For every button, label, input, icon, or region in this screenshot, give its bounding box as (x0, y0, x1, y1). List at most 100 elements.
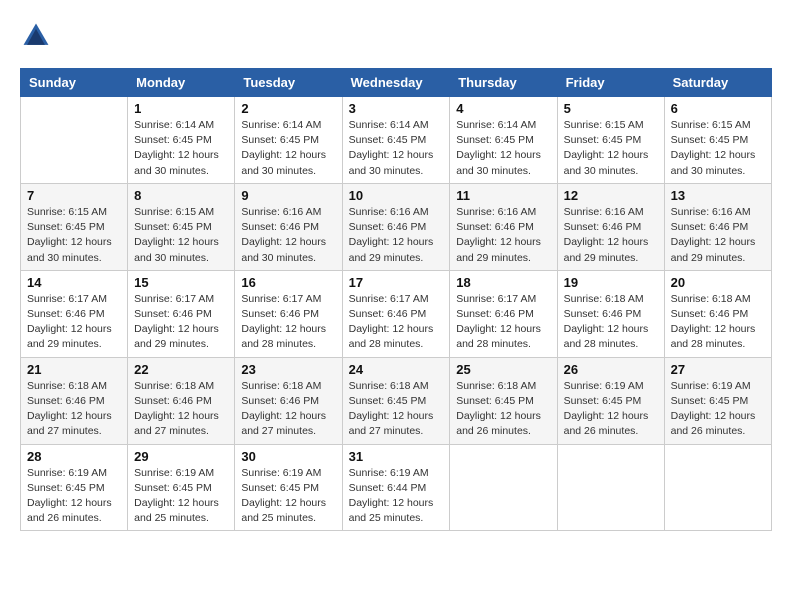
col-friday: Friday (557, 69, 664, 97)
day-info: Sunrise: 6:16 AM Sunset: 6:46 PM Dayligh… (564, 205, 658, 266)
day-number: 1 (134, 101, 228, 116)
calendar-week-row: 21 Sunrise: 6:18 AM Sunset: 6:46 PM Dayli… (21, 357, 772, 444)
day-info: Sunrise: 6:15 AM Sunset: 6:45 PM Dayligh… (671, 118, 765, 179)
day-info: Sunrise: 6:17 AM Sunset: 6:46 PM Dayligh… (241, 292, 335, 353)
day-number: 26 (564, 362, 658, 377)
day-info: Sunrise: 6:19 AM Sunset: 6:45 PM Dayligh… (27, 466, 121, 527)
logo (20, 20, 56, 52)
day-number: 29 (134, 449, 228, 464)
day-number: 3 (349, 101, 444, 116)
logo-icon (20, 20, 52, 52)
day-info: Sunrise: 6:15 AM Sunset: 6:45 PM Dayligh… (564, 118, 658, 179)
table-row: 8 Sunrise: 6:15 AM Sunset: 6:45 PM Daylig… (128, 183, 235, 270)
day-info: Sunrise: 6:18 AM Sunset: 6:46 PM Dayligh… (241, 379, 335, 440)
day-number: 15 (134, 275, 228, 290)
day-number: 28 (27, 449, 121, 464)
table-row: 7 Sunrise: 6:15 AM Sunset: 6:45 PM Daylig… (21, 183, 128, 270)
col-saturday: Saturday (664, 69, 771, 97)
col-tuesday: Tuesday (235, 69, 342, 97)
col-monday: Monday (128, 69, 235, 97)
day-number: 6 (671, 101, 765, 116)
table-row: 10 Sunrise: 6:16 AM Sunset: 6:46 PM Dayli… (342, 183, 450, 270)
day-number: 7 (27, 188, 121, 203)
table-row: 30 Sunrise: 6:19 AM Sunset: 6:45 PM Dayli… (235, 444, 342, 531)
table-row: 11 Sunrise: 6:16 AM Sunset: 6:46 PM Dayli… (450, 183, 557, 270)
day-number: 9 (241, 188, 335, 203)
day-number: 14 (27, 275, 121, 290)
day-info: Sunrise: 6:19 AM Sunset: 6:44 PM Dayligh… (349, 466, 444, 527)
day-number: 21 (27, 362, 121, 377)
table-row: 27 Sunrise: 6:19 AM Sunset: 6:45 PM Dayli… (664, 357, 771, 444)
table-row (664, 444, 771, 531)
day-info: Sunrise: 6:19 AM Sunset: 6:45 PM Dayligh… (241, 466, 335, 527)
day-number: 8 (134, 188, 228, 203)
calendar-week-row: 1 Sunrise: 6:14 AM Sunset: 6:45 PM Daylig… (21, 97, 772, 184)
table-row: 3 Sunrise: 6:14 AM Sunset: 6:45 PM Daylig… (342, 97, 450, 184)
day-number: 24 (349, 362, 444, 377)
table-row: 18 Sunrise: 6:17 AM Sunset: 6:46 PM Dayli… (450, 270, 557, 357)
day-number: 12 (564, 188, 658, 203)
day-info: Sunrise: 6:19 AM Sunset: 6:45 PM Dayligh… (671, 379, 765, 440)
day-info: Sunrise: 6:17 AM Sunset: 6:46 PM Dayligh… (456, 292, 550, 353)
table-row: 1 Sunrise: 6:14 AM Sunset: 6:45 PM Daylig… (128, 97, 235, 184)
table-row: 12 Sunrise: 6:16 AM Sunset: 6:46 PM Dayli… (557, 183, 664, 270)
day-info: Sunrise: 6:17 AM Sunset: 6:46 PM Dayligh… (349, 292, 444, 353)
day-number: 10 (349, 188, 444, 203)
day-number: 25 (456, 362, 550, 377)
day-info: Sunrise: 6:17 AM Sunset: 6:46 PM Dayligh… (134, 292, 228, 353)
day-number: 27 (671, 362, 765, 377)
table-row: 31 Sunrise: 6:19 AM Sunset: 6:44 PM Dayli… (342, 444, 450, 531)
day-info: Sunrise: 6:18 AM Sunset: 6:46 PM Dayligh… (27, 379, 121, 440)
table-row: 23 Sunrise: 6:18 AM Sunset: 6:46 PM Dayli… (235, 357, 342, 444)
day-info: Sunrise: 6:16 AM Sunset: 6:46 PM Dayligh… (241, 205, 335, 266)
day-number: 2 (241, 101, 335, 116)
day-info: Sunrise: 6:15 AM Sunset: 6:45 PM Dayligh… (27, 205, 121, 266)
table-row: 15 Sunrise: 6:17 AM Sunset: 6:46 PM Dayli… (128, 270, 235, 357)
day-info: Sunrise: 6:14 AM Sunset: 6:45 PM Dayligh… (349, 118, 444, 179)
day-number: 11 (456, 188, 550, 203)
day-number: 16 (241, 275, 335, 290)
day-info: Sunrise: 6:18 AM Sunset: 6:45 PM Dayligh… (456, 379, 550, 440)
calendar-header-row: Sunday Monday Tuesday Wednesday Thursday… (21, 69, 772, 97)
day-info: Sunrise: 6:15 AM Sunset: 6:45 PM Dayligh… (134, 205, 228, 266)
day-number: 22 (134, 362, 228, 377)
col-thursday: Thursday (450, 69, 557, 97)
table-row (21, 97, 128, 184)
day-info: Sunrise: 6:18 AM Sunset: 6:46 PM Dayligh… (134, 379, 228, 440)
day-info: Sunrise: 6:17 AM Sunset: 6:46 PM Dayligh… (27, 292, 121, 353)
calendar-week-row: 14 Sunrise: 6:17 AM Sunset: 6:46 PM Dayli… (21, 270, 772, 357)
day-info: Sunrise: 6:19 AM Sunset: 6:45 PM Dayligh… (134, 466, 228, 527)
calendar-week-row: 7 Sunrise: 6:15 AM Sunset: 6:45 PM Daylig… (21, 183, 772, 270)
day-number: 5 (564, 101, 658, 116)
day-info: Sunrise: 6:14 AM Sunset: 6:45 PM Dayligh… (456, 118, 550, 179)
day-info: Sunrise: 6:14 AM Sunset: 6:45 PM Dayligh… (134, 118, 228, 179)
table-row (450, 444, 557, 531)
calendar-table: Sunday Monday Tuesday Wednesday Thursday… (20, 68, 772, 531)
table-row: 16 Sunrise: 6:17 AM Sunset: 6:46 PM Dayli… (235, 270, 342, 357)
day-number: 19 (564, 275, 658, 290)
day-info: Sunrise: 6:14 AM Sunset: 6:45 PM Dayligh… (241, 118, 335, 179)
day-info: Sunrise: 6:16 AM Sunset: 6:46 PM Dayligh… (671, 205, 765, 266)
table-row: 28 Sunrise: 6:19 AM Sunset: 6:45 PM Dayli… (21, 444, 128, 531)
table-row: 19 Sunrise: 6:18 AM Sunset: 6:46 PM Dayli… (557, 270, 664, 357)
day-number: 31 (349, 449, 444, 464)
calendar-week-row: 28 Sunrise: 6:19 AM Sunset: 6:45 PM Dayli… (21, 444, 772, 531)
table-row: 9 Sunrise: 6:16 AM Sunset: 6:46 PM Daylig… (235, 183, 342, 270)
table-row: 26Sunrise: 6:19 AM Sunset: 6:45 PM Dayli… (557, 357, 664, 444)
page-header (20, 20, 772, 52)
day-info: Sunrise: 6:16 AM Sunset: 6:46 PM Dayligh… (456, 205, 550, 266)
col-wednesday: Wednesday (342, 69, 450, 97)
day-number: 18 (456, 275, 550, 290)
table-row: 6 Sunrise: 6:15 AM Sunset: 6:45 PM Daylig… (664, 97, 771, 184)
table-row: 21 Sunrise: 6:18 AM Sunset: 6:46 PM Dayli… (21, 357, 128, 444)
day-info: Sunrise: 6:16 AM Sunset: 6:46 PM Dayligh… (349, 205, 444, 266)
day-number: 30 (241, 449, 335, 464)
table-row: 4Sunrise: 6:14 AM Sunset: 6:45 PM Daylig… (450, 97, 557, 184)
day-info: Sunrise: 6:18 AM Sunset: 6:45 PM Dayligh… (349, 379, 444, 440)
table-row: 24 Sunrise: 6:18 AM Sunset: 6:45 PM Dayli… (342, 357, 450, 444)
day-info: Sunrise: 6:18 AM Sunset: 6:46 PM Dayligh… (671, 292, 765, 353)
table-row: 14 Sunrise: 6:17 AM Sunset: 6:46 PM Dayli… (21, 270, 128, 357)
day-number: 23 (241, 362, 335, 377)
table-row: 2 Sunrise: 6:14 AM Sunset: 6:45 PM Daylig… (235, 97, 342, 184)
day-info: Sunrise: 6:18 AM Sunset: 6:46 PM Dayligh… (564, 292, 658, 353)
